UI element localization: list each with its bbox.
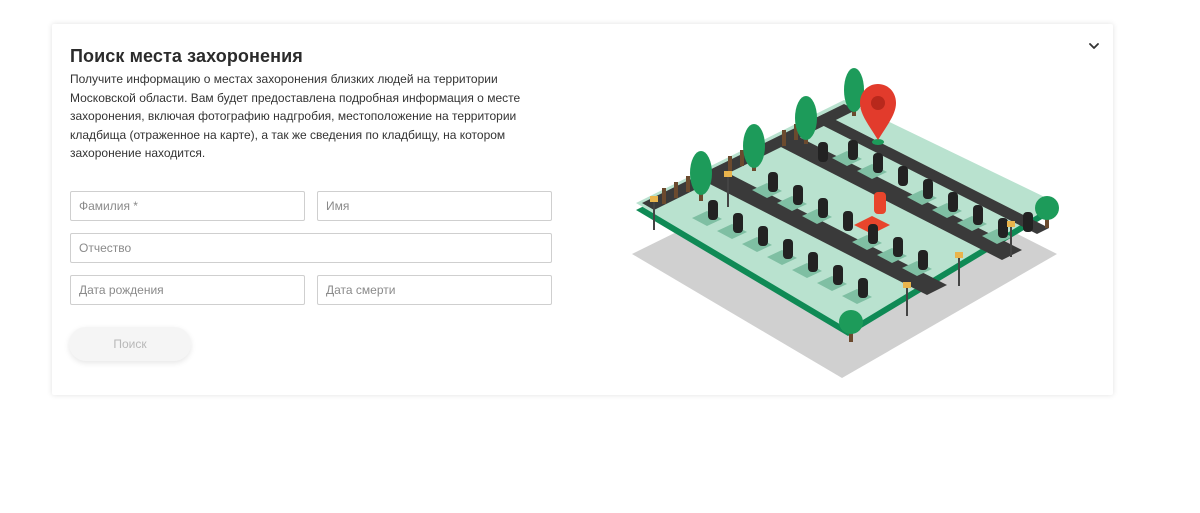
birth-date-input[interactable] xyxy=(70,275,305,305)
name-input[interactable] xyxy=(317,191,552,221)
cemetery-map-illustration xyxy=(632,68,1059,378)
death-date-input[interactable] xyxy=(317,275,552,305)
patronymic-input[interactable] xyxy=(70,233,552,263)
search-button[interactable]: Поиск xyxy=(69,327,191,361)
collapse-button[interactable] xyxy=(1086,38,1102,54)
description-text: Получите информацию о местах захоронения… xyxy=(70,72,521,160)
highlighted-headstone xyxy=(874,192,886,214)
chevron-down-icon xyxy=(1089,42,1099,49)
surname-input[interactable] xyxy=(70,191,305,221)
burial-search-card: Поиск места захоронения Получите информа… xyxy=(52,24,1113,395)
page-title: Поиск места захоронения xyxy=(70,46,303,66)
